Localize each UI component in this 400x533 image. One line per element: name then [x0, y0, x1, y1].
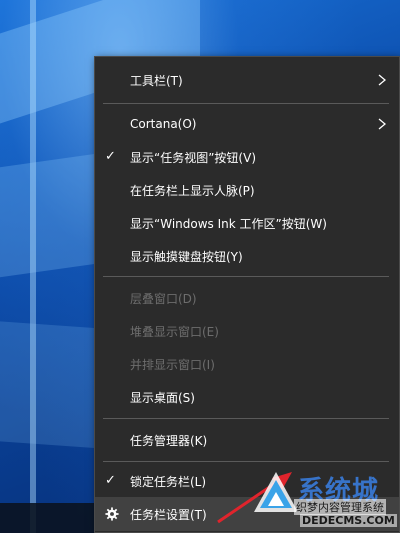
menu-item-cascade-windows: 层叠窗口(D) [95, 281, 399, 315]
menu-item-label: 任务管理器(K) [130, 433, 208, 448]
checkmark-icon: ✓ [105, 149, 116, 164]
menu-item-cortana[interactable]: Cortana(O) [95, 107, 399, 141]
gear-icon [105, 507, 119, 521]
menu-item-label: 工具栏(T) [130, 73, 183, 88]
watermark-logo [254, 472, 298, 512]
menu-item-label: 在任务栏上显示人脉(P) [130, 183, 255, 198]
menu-item-label: 锁定任务栏(L) [130, 474, 207, 489]
chevron-right-icon [378, 118, 387, 130]
watermark-url: DEDECMS.COM [300, 514, 397, 527]
menu-separator [103, 103, 389, 104]
menu-separator [103, 276, 389, 277]
menu-item-label: 显示触摸键盘按钮(Y) [130, 249, 243, 264]
menu-item-toolbars[interactable]: 工具栏(T) [95, 63, 399, 97]
menu-item-label: 显示“Windows Ink 工作区”按钮(W) [130, 216, 327, 231]
menu-item-label: 堆叠显示窗口(E) [130, 324, 219, 339]
menu-item-side-by-side-windows: 并排显示窗口(I) [95, 347, 399, 381]
wallpaper-light-beam [30, 0, 36, 533]
menu-item-label: 并排显示窗口(I) [130, 357, 215, 372]
menu-item-show-people[interactable]: 在任务栏上显示人脉(P) [95, 173, 399, 207]
taskbar-context-menu: 工具栏(T) Cortana(O) ✓ 显示“任务视图”按钮(V) 在任务栏上显… [94, 56, 400, 533]
menu-separator [103, 418, 389, 419]
menu-item-task-manager[interactable]: 任务管理器(K) [95, 423, 399, 457]
menu-item-label: 任务栏设置(T) [130, 507, 207, 522]
menu-item-stack-windows: 堆叠显示窗口(E) [95, 314, 399, 348]
menu-separator [103, 461, 389, 462]
menu-item-show-desktop[interactable]: 显示桌面(S) [95, 380, 399, 414]
menu-item-label: Cortana(O) [130, 117, 197, 131]
checkmark-icon: ✓ [105, 473, 116, 488]
menu-item-label: 层叠窗口(D) [130, 291, 197, 306]
menu-item-label: 显示桌面(S) [130, 390, 195, 405]
watermark-subtitle: 织梦内容管理系统 [294, 499, 386, 515]
menu-item-show-task-view-button[interactable]: ✓ 显示“任务视图”按钮(V) [95, 140, 399, 174]
menu-item-show-windows-ink-button[interactable]: 显示“Windows Ink 工作区”按钮(W) [95, 206, 399, 240]
chevron-right-icon [378, 74, 387, 86]
menu-item-show-touch-keyboard-button[interactable]: 显示触摸键盘按钮(Y) [95, 239, 399, 273]
menu-item-label: 显示“任务视图”按钮(V) [130, 150, 257, 165]
